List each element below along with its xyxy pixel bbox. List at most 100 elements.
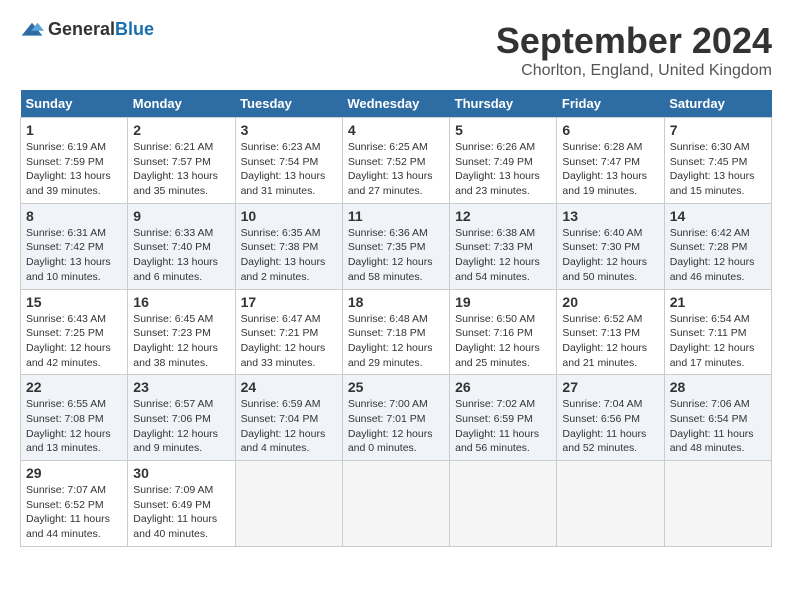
day-number: 3 (241, 122, 337, 138)
day-number: 30 (133, 465, 229, 481)
logo-blue: Blue (115, 19, 154, 39)
day-info: Sunrise: 6:21 AM Sunset: 7:57 PM Dayligh… (133, 140, 229, 199)
day-number: 21 (670, 294, 766, 310)
header-row: SundayMondayTuesdayWednesdayThursdayFrid… (21, 90, 772, 118)
day-number: 18 (348, 294, 444, 310)
day-number: 14 (670, 208, 766, 224)
day-info: Sunrise: 6:35 AM Sunset: 7:38 PM Dayligh… (241, 226, 337, 285)
day-info: Sunrise: 7:09 AM Sunset: 6:49 PM Dayligh… (133, 483, 229, 542)
location-title: Chorlton, England, United Kingdom (496, 62, 772, 80)
day-number: 20 (562, 294, 658, 310)
day-number: 5 (455, 122, 551, 138)
day-info: Sunrise: 6:38 AM Sunset: 7:33 PM Dayligh… (455, 226, 551, 285)
calendar-cell: 18 Sunrise: 6:48 AM Sunset: 7:18 PM Dayl… (342, 289, 449, 375)
day-number: 23 (133, 379, 229, 395)
logo: GeneralBlue (20, 20, 154, 39)
day-info: Sunrise: 7:00 AM Sunset: 7:01 PM Dayligh… (348, 397, 444, 456)
calendar-cell: 26 Sunrise: 7:02 AM Sunset: 6:59 PM Dayl… (450, 375, 557, 461)
calendar-cell: 16 Sunrise: 6:45 AM Sunset: 7:23 PM Dayl… (128, 289, 235, 375)
calendar-cell: 5 Sunrise: 6:26 AM Sunset: 7:49 PM Dayli… (450, 118, 557, 204)
calendar-cell: 29 Sunrise: 7:07 AM Sunset: 6:52 PM Dayl… (21, 461, 128, 547)
calendar-cell (557, 461, 664, 547)
calendar-cell: 11 Sunrise: 6:36 AM Sunset: 7:35 PM Dayl… (342, 203, 449, 289)
calendar-cell (235, 461, 342, 547)
day-info: Sunrise: 7:02 AM Sunset: 6:59 PM Dayligh… (455, 397, 551, 456)
day-number: 9 (133, 208, 229, 224)
calendar-cell: 13 Sunrise: 6:40 AM Sunset: 7:30 PM Dayl… (557, 203, 664, 289)
day-info: Sunrise: 7:04 AM Sunset: 6:56 PM Dayligh… (562, 397, 658, 456)
calendar-cell: 14 Sunrise: 6:42 AM Sunset: 7:28 PM Dayl… (664, 203, 771, 289)
day-info: Sunrise: 7:07 AM Sunset: 6:52 PM Dayligh… (26, 483, 122, 542)
day-number: 25 (348, 379, 444, 395)
day-number: 6 (562, 122, 658, 138)
calendar-cell: 2 Sunrise: 6:21 AM Sunset: 7:57 PM Dayli… (128, 118, 235, 204)
day-number: 17 (241, 294, 337, 310)
week-row-1: 1 Sunrise: 6:19 AM Sunset: 7:59 PM Dayli… (21, 118, 772, 204)
day-number: 1 (26, 122, 122, 138)
day-number: 24 (241, 379, 337, 395)
day-info: Sunrise: 6:43 AM Sunset: 7:25 PM Dayligh… (26, 312, 122, 371)
day-info: Sunrise: 6:45 AM Sunset: 7:23 PM Dayligh… (133, 312, 229, 371)
day-number: 11 (348, 208, 444, 224)
day-number: 16 (133, 294, 229, 310)
day-info: Sunrise: 6:28 AM Sunset: 7:47 PM Dayligh… (562, 140, 658, 199)
calendar-cell: 27 Sunrise: 7:04 AM Sunset: 6:56 PM Dayl… (557, 375, 664, 461)
day-number: 7 (670, 122, 766, 138)
day-info: Sunrise: 6:31 AM Sunset: 7:42 PM Dayligh… (26, 226, 122, 285)
week-row-3: 15 Sunrise: 6:43 AM Sunset: 7:25 PM Dayl… (21, 289, 772, 375)
day-info: Sunrise: 6:36 AM Sunset: 7:35 PM Dayligh… (348, 226, 444, 285)
calendar-cell: 22 Sunrise: 6:55 AM Sunset: 7:08 PM Dayl… (21, 375, 128, 461)
header-sunday: Sunday (21, 90, 128, 118)
week-row-5: 29 Sunrise: 7:07 AM Sunset: 6:52 PM Dayl… (21, 461, 772, 547)
day-info: Sunrise: 6:54 AM Sunset: 7:11 PM Dayligh… (670, 312, 766, 371)
logo-icon (20, 21, 44, 39)
calendar-table: SundayMondayTuesdayWednesdayThursdayFrid… (20, 90, 772, 547)
day-number: 4 (348, 122, 444, 138)
header-tuesday: Tuesday (235, 90, 342, 118)
calendar-cell: 20 Sunrise: 6:52 AM Sunset: 7:13 PM Dayl… (557, 289, 664, 375)
month-title: September 2024 (496, 20, 772, 62)
calendar-cell: 6 Sunrise: 6:28 AM Sunset: 7:47 PM Dayli… (557, 118, 664, 204)
calendar-cell: 1 Sunrise: 6:19 AM Sunset: 7:59 PM Dayli… (21, 118, 128, 204)
day-info: Sunrise: 6:48 AM Sunset: 7:18 PM Dayligh… (348, 312, 444, 371)
calendar-cell: 9 Sunrise: 6:33 AM Sunset: 7:40 PM Dayli… (128, 203, 235, 289)
day-info: Sunrise: 6:40 AM Sunset: 7:30 PM Dayligh… (562, 226, 658, 285)
page-header: GeneralBlue September 2024 Chorlton, Eng… (20, 20, 772, 80)
day-info: Sunrise: 7:06 AM Sunset: 6:54 PM Dayligh… (670, 397, 766, 456)
day-number: 2 (133, 122, 229, 138)
day-info: Sunrise: 6:33 AM Sunset: 7:40 PM Dayligh… (133, 226, 229, 285)
calendar-cell: 15 Sunrise: 6:43 AM Sunset: 7:25 PM Dayl… (21, 289, 128, 375)
calendar-cell (664, 461, 771, 547)
day-number: 28 (670, 379, 766, 395)
day-number: 27 (562, 379, 658, 395)
calendar-cell: 8 Sunrise: 6:31 AM Sunset: 7:42 PM Dayli… (21, 203, 128, 289)
calendar-cell: 10 Sunrise: 6:35 AM Sunset: 7:38 PM Dayl… (235, 203, 342, 289)
calendar-cell: 7 Sunrise: 6:30 AM Sunset: 7:45 PM Dayli… (664, 118, 771, 204)
day-info: Sunrise: 6:25 AM Sunset: 7:52 PM Dayligh… (348, 140, 444, 199)
week-row-4: 22 Sunrise: 6:55 AM Sunset: 7:08 PM Dayl… (21, 375, 772, 461)
calendar-cell (342, 461, 449, 547)
day-info: Sunrise: 6:59 AM Sunset: 7:04 PM Dayligh… (241, 397, 337, 456)
day-number: 19 (455, 294, 551, 310)
title-section: September 2024 Chorlton, England, United… (496, 20, 772, 80)
day-number: 13 (562, 208, 658, 224)
day-info: Sunrise: 6:47 AM Sunset: 7:21 PM Dayligh… (241, 312, 337, 371)
calendar-cell: 30 Sunrise: 7:09 AM Sunset: 6:49 PM Dayl… (128, 461, 235, 547)
day-info: Sunrise: 6:23 AM Sunset: 7:54 PM Dayligh… (241, 140, 337, 199)
calendar-cell: 23 Sunrise: 6:57 AM Sunset: 7:06 PM Dayl… (128, 375, 235, 461)
day-info: Sunrise: 6:26 AM Sunset: 7:49 PM Dayligh… (455, 140, 551, 199)
day-info: Sunrise: 6:42 AM Sunset: 7:28 PM Dayligh… (670, 226, 766, 285)
day-info: Sunrise: 6:30 AM Sunset: 7:45 PM Dayligh… (670, 140, 766, 199)
day-number: 8 (26, 208, 122, 224)
header-monday: Monday (128, 90, 235, 118)
calendar-cell: 19 Sunrise: 6:50 AM Sunset: 7:16 PM Dayl… (450, 289, 557, 375)
day-info: Sunrise: 6:52 AM Sunset: 7:13 PM Dayligh… (562, 312, 658, 371)
week-row-2: 8 Sunrise: 6:31 AM Sunset: 7:42 PM Dayli… (21, 203, 772, 289)
day-number: 10 (241, 208, 337, 224)
header-thursday: Thursday (450, 90, 557, 118)
day-number: 12 (455, 208, 551, 224)
calendar-cell: 12 Sunrise: 6:38 AM Sunset: 7:33 PM Dayl… (450, 203, 557, 289)
day-number: 26 (455, 379, 551, 395)
logo-general: General (48, 19, 115, 39)
day-info: Sunrise: 6:19 AM Sunset: 7:59 PM Dayligh… (26, 140, 122, 199)
